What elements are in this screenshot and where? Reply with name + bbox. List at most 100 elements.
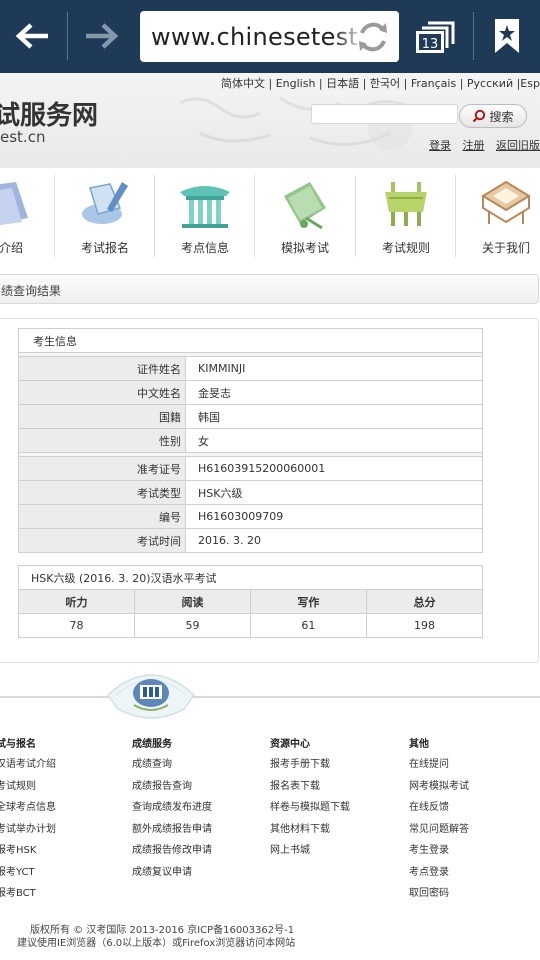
footer-link[interactable]: 成绩报告查询 [132, 780, 212, 802]
footer-link[interactable]: 样卷与模拟题下载 [270, 801, 350, 823]
footer-link[interactable]: 取回密码 [409, 887, 469, 909]
field-label: 证件姓名 [18, 356, 186, 381]
field-label: 考试类型 [18, 480, 186, 505]
table-row: 考试时间 2016. 3. 20 [18, 528, 483, 553]
forward-button[interactable] [75, 10, 127, 62]
old-version-link[interactable]: 返回旧版 [496, 139, 540, 152]
score-header: 写作 [249, 589, 367, 614]
footer-link[interactable]: 在线提问 [409, 758, 469, 780]
field-value: 韩国 [185, 404, 483, 429]
footer-column-resources: 资源中心 报考手册下载 报名表下载 样卷与模拟题下载 其他材料下载 网上书城 [270, 735, 350, 866]
nav-label: 模拟考试 [280, 241, 329, 255]
search-button-label: 搜索 [489, 109, 514, 124]
footer-link[interactable]: 考试规则 [0, 780, 56, 802]
footer-link[interactable]: 报考YCT [0, 866, 56, 888]
field-value: H61603915200060001 [185, 456, 483, 481]
table-row: 中文姓名 金旻志 [18, 380, 483, 405]
score-header-row: 听力 阅读 写作 总分 [18, 589, 484, 614]
nav-item-mock-test[interactable]: 模拟考试 [255, 168, 355, 263]
footer-link[interactable]: 汉语考试介绍 [0, 758, 56, 780]
footer-link[interactable]: 报考手册下载 [270, 758, 350, 780]
score-value-row: 78 59 61 198 [18, 613, 484, 638]
reload-icon[interactable] [355, 19, 391, 55]
forward-arrow-icon [86, 23, 119, 49]
footer-column-exams: 试与报名 汉语考试介绍 考试规则 全球考点信息 考试举办计划 报考HSK 报考Y… [0, 735, 56, 909]
footer-link[interactable]: 报考HSK [0, 844, 56, 866]
url-bar[interactable]: www.chinesetest [140, 11, 399, 62]
book-icon [0, 182, 28, 226]
field-value: HSK六级 [185, 480, 483, 505]
toolbar-separator [67, 12, 68, 60]
footer-link[interactable]: 网上书城 [270, 844, 350, 866]
url-text[interactable]: www.chinesetest [151, 23, 358, 51]
footer-link[interactable]: 考试举办计划 [0, 823, 56, 845]
field-value: 金旻志 [185, 380, 483, 405]
footer-link[interactable]: 成绩报告修改申请 [132, 844, 212, 866]
login-link[interactable]: 登录 [429, 139, 451, 152]
nav-item-registration[interactable]: 考试报名 [55, 168, 155, 263]
site-search-input[interactable] [311, 104, 458, 124]
footer-heading: 其他 [409, 739, 429, 750]
browser-toolbar: www.chinesetest 13 [0, 0, 540, 73]
score-table: HSK六级 (2016. 3. 20)汉语水平考试 听力 阅读 写作 总分 78… [18, 565, 484, 638]
table-row: 国籍 韩国 [18, 404, 483, 429]
footer-divider [0, 696, 540, 698]
field-value: KIMMINJI [185, 356, 483, 381]
tab-count: 13 [422, 37, 439, 52]
site-header: 简体中文 | English | 日本語 | 한국어 | Français | … [0, 73, 540, 168]
temple-icon [180, 186, 230, 228]
footer-link[interactable]: 全球考点信息 [0, 801, 56, 823]
score-reading: 59 [133, 613, 251, 638]
footer-link[interactable]: 在线反馈 [409, 801, 469, 823]
back-button[interactable] [7, 10, 59, 62]
field-label: 中文姓名 [18, 380, 186, 405]
footer-link[interactable]: 额外成绩报告申请 [132, 823, 212, 845]
footer-column-other: 其他 在线提问 网考模拟考试 在线反馈 常见问题解答 考生登录 考点登录 取回密… [409, 735, 469, 909]
site-logo-title[interactable]: 试服务网 [0, 95, 98, 132]
toolbar-separator [473, 12, 474, 60]
footer-link[interactable]: 成绩查询 [132, 758, 212, 780]
nav-item-exam-rules[interactable]: 考试规则 [356, 168, 456, 263]
score-listening: 78 [18, 613, 135, 638]
footer-link[interactable]: 报名表下载 [270, 780, 350, 802]
footer-link[interactable]: 考生登录 [409, 844, 469, 866]
table-row: 证件姓名 KIMMINJI [18, 356, 483, 381]
candidate-info-table: 考生信息 证件姓名 KIMMINJI 中文姓名 金旻志 国籍 韩国 性别女 准考证号 H… [18, 328, 483, 553]
field-label: 考试时间 [18, 528, 186, 553]
scroll-icon [284, 182, 326, 230]
field-label: 国籍 [18, 404, 186, 429]
browser-recommendation: 建议使用IE浏览器（6.0以上版本）或Firefox浏览器访问本网站 [17, 938, 296, 949]
footer-link[interactable]: 成绩复议申请 [132, 866, 212, 888]
footer-link[interactable]: 查询成绩发布进度 [132, 801, 212, 823]
nav-item-test-centers[interactable]: 考点信息 [155, 168, 255, 263]
table-row: 考试类型 HSK六级 [18, 480, 483, 505]
language-links[interactable]: 简体中文 | English | 日本語 | 한국어 | Français | … [221, 75, 540, 91]
bookmark-button[interactable] [481, 10, 533, 62]
footer-link[interactable]: 网考模拟考试 [409, 780, 469, 802]
nav-item-about-us[interactable]: 关于我们 [456, 168, 540, 263]
score-writing: 61 [249, 613, 367, 638]
score-header: 阅读 [133, 589, 251, 614]
footer-column-score-services: 成绩服务 成绩查询 成绩报告查询 查询成绩发布进度 额外成绩报告申请 成绩报告修… [132, 735, 212, 887]
score-header: 总分 [365, 589, 484, 614]
tabs-button[interactable]: 13 [410, 10, 462, 62]
user-links: 登录 注册 返回旧版 [429, 137, 540, 153]
footer-link[interactable]: 其他材料下载 [270, 823, 350, 845]
site-search-button[interactable]: 搜索 [459, 104, 527, 128]
field-label: 性别 [18, 428, 186, 453]
footer-link[interactable]: 考点登录 [409, 866, 469, 888]
box-icon [481, 180, 531, 224]
register-link[interactable]: 注册 [463, 139, 485, 152]
footer-link[interactable]: 常见问题解答 [409, 823, 469, 845]
nav-item-exam-intro[interactable]: 试介绍 [0, 168, 55, 263]
table-caption: 考生信息 [18, 328, 483, 353]
nav-label: 考点信息 [180, 241, 229, 255]
tabs-icon: 13 [416, 21, 455, 53]
score-total: 198 [365, 613, 484, 638]
footer-link[interactable]: 报考BCT [0, 887, 56, 909]
score-header: 听力 [18, 589, 135, 614]
table-row: 性别女 [18, 428, 483, 453]
section-title: 绩查询结果 [1, 284, 62, 298]
table-row: 编号 H61603009709 [18, 504, 483, 529]
nav-label: 考试报名 [80, 241, 129, 255]
